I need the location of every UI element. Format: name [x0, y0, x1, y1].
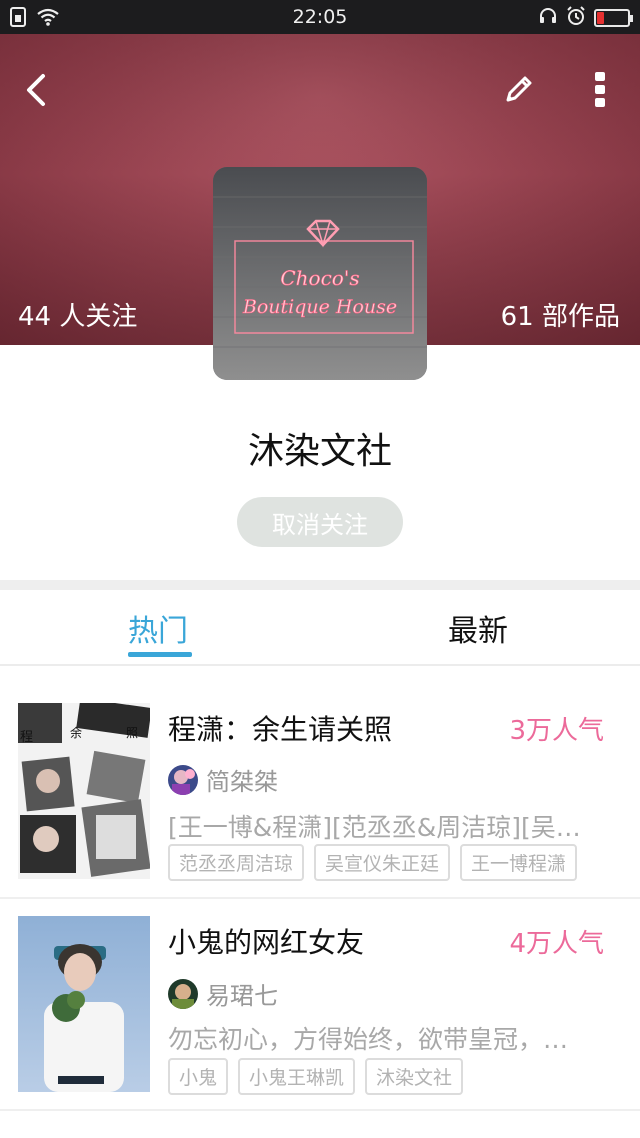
- cover-sign-line1: Choco's: [280, 266, 359, 290]
- svg-text:程: 程: [20, 730, 33, 745]
- status-bar: 22:05: [0, 0, 640, 34]
- edit-button[interactable]: [496, 66, 542, 112]
- work-tag[interactable]: 吴宣仪朱正廷: [314, 844, 451, 881]
- group-name: 沐染文社: [247, 431, 392, 472]
- group-cover-image: Choco's Boutique House: [213, 167, 427, 380]
- work-list-item[interactable]: 小鬼的网红女友 4万人气 易珺七 勿忘初心，方得始终，欲带皇冠，… 小鬼 小鬼王…: [0, 898, 640, 1110]
- headset-icon: [538, 6, 558, 30]
- work-tag[interactable]: 小鬼: [168, 1058, 229, 1095]
- status-right-icons: [538, 6, 633, 30]
- svg-text:照: 照: [126, 726, 138, 740]
- unfollow-button[interactable]: 取消关注: [237, 497, 403, 547]
- author-avatar: [168, 764, 198, 795]
- list-divider: [0, 1109, 640, 1111]
- more-options-button[interactable]: [580, 66, 620, 112]
- tab-bar: 热门 最新: [0, 590, 640, 666]
- author-name: 简桀桀: [206, 768, 278, 796]
- pencil-icon: [506, 76, 532, 102]
- work-title[interactable]: 程潇：余生请关照: [168, 708, 392, 748]
- tab-latest[interactable]: 最新: [448, 606, 508, 650]
- author-name: 易珺七: [206, 982, 278, 1010]
- work-tags: 范丞丞周洁琼 吴宣仪朱正廷 王一博程潇: [168, 844, 578, 881]
- work-description: 勿忘初心，方得始终，欲带皇冠，…: [168, 1025, 569, 1054]
- tab-hot[interactable]: 热门: [128, 606, 188, 650]
- svg-text:余: 余: [70, 725, 82, 740]
- chevron-left-icon: [27, 74, 45, 106]
- work-title[interactable]: 小鬼的网红女友: [168, 921, 364, 961]
- section-divider: [0, 580, 640, 590]
- cover-sign-line2: Boutique House: [242, 296, 397, 318]
- alarm-icon: [566, 6, 586, 30]
- work-tag[interactable]: 范丞丞周洁琼: [168, 844, 305, 881]
- works-count[interactable]: 61 部作品: [501, 296, 620, 333]
- more-vertical-icon: [595, 72, 605, 107]
- work-cover-thumbnail: [18, 916, 150, 1092]
- work-tag[interactable]: 王一博程潇: [460, 844, 578, 881]
- back-button[interactable]: [14, 68, 58, 112]
- battery-icon: [594, 9, 633, 27]
- active-tab-indicator: [128, 652, 192, 657]
- work-tags: 小鬼 小鬼王琳凯 沐染文社: [168, 1058, 464, 1095]
- work-popularity: 3万人气: [509, 716, 604, 746]
- work-tag[interactable]: 沐染文社: [365, 1058, 464, 1095]
- work-cover-thumbnail: 程 余 照: [18, 703, 150, 879]
- author-avatar: [168, 978, 198, 1009]
- work-author[interactable]: 易珺七: [168, 976, 278, 1011]
- work-tag[interactable]: 小鬼王琳凯: [238, 1058, 356, 1095]
- work-popularity: 4万人气: [509, 929, 604, 959]
- work-description: [王一博&程潇][范丞丞&周洁琼][吴…: [168, 813, 581, 842]
- followers-count[interactable]: 44 人关注: [18, 296, 137, 333]
- work-author[interactable]: 简桀桀: [168, 762, 278, 797]
- work-list-item[interactable]: 程 余 照 程潇：余生请关照 3万人气 简桀桀 [王一博&程潇][范丞丞&周洁琼…: [0, 666, 640, 898]
